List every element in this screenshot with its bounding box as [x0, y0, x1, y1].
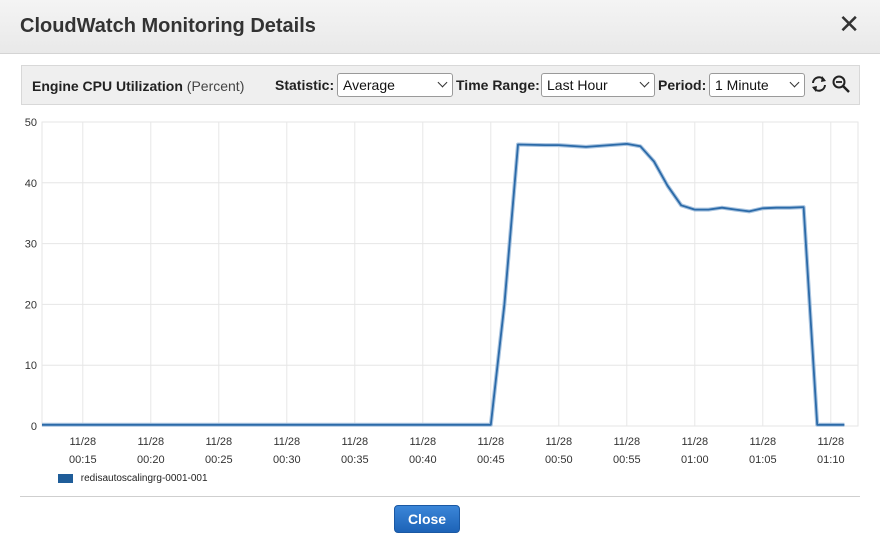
y-tick-label: 0 — [31, 421, 37, 433]
monitoring-dialog: CloudWatch Monitoring Details ✕ Engine C… — [0, 0, 880, 551]
x-tick-time: 00:50 — [545, 454, 573, 466]
zoom-out-icon[interactable] — [831, 74, 851, 94]
x-tick-time: 00:40 — [409, 454, 437, 466]
x-tick-date: 11/28 — [69, 436, 96, 448]
metric-unit: (Percent) — [186, 78, 245, 94]
x-tick-time: 00:15 — [69, 454, 97, 466]
chevron-down-icon — [437, 77, 448, 88]
statistic-label: Statistic: — [275, 77, 335, 93]
y-tick-label: 50 — [25, 117, 37, 129]
legend-label: redisautoscalingrg-0001-001 — [80, 473, 208, 484]
x-tick-date: 11/28 — [409, 436, 436, 448]
x-tick-date: 11/28 — [613, 436, 640, 448]
y-tick-label: 30 — [25, 239, 37, 251]
chart-grid — [41, 121, 859, 427]
time-range-label: Time Range: — [456, 77, 540, 93]
series-line-halo — [42, 141, 845, 427]
period-select[interactable]: 1 Minute — [709, 73, 805, 97]
y-tick-label: 20 — [25, 299, 37, 311]
series-line — [42, 143, 845, 426]
x-tick-time: 00:55 — [613, 454, 641, 466]
x-tick-date: 11/28 — [545, 436, 572, 448]
x-tick-date: 11/28 — [749, 436, 776, 448]
x-tick-time: 00:35 — [341, 454, 369, 466]
close-button[interactable]: Close — [394, 505, 460, 533]
y-tick-label: 10 — [25, 360, 37, 372]
series-lines — [42, 141, 845, 427]
x-tick-date: 11/28 — [137, 436, 164, 448]
x-tick-date: 11/28 — [477, 436, 504, 448]
x-tick-time: 00:45 — [477, 454, 505, 466]
x-tick-time: 01:10 — [817, 454, 845, 466]
x-tick-date: 11/28 — [205, 436, 232, 448]
x-tick-time: 00:30 — [273, 454, 301, 466]
chevron-down-icon — [639, 77, 650, 88]
refresh-icon[interactable] — [809, 74, 829, 94]
metric-toolbar: Engine CPU Utilization (Percent) Statist… — [21, 65, 860, 105]
x-tick-time: 01:00 — [681, 454, 709, 466]
legend-swatch — [58, 474, 73, 483]
x-tick-date: 11/28 — [341, 436, 368, 448]
period-label: Period: — [658, 77, 707, 93]
y-tick-label: 40 — [25, 178, 37, 190]
chevron-down-icon — [789, 77, 800, 88]
period-value: 1 Minute — [715, 77, 769, 93]
time-range-value: Last Hour — [547, 77, 608, 93]
metric-title: Engine CPU Utilization (Percent) — [32, 78, 244, 94]
x-tick-time: 00:25 — [205, 454, 233, 466]
x-tick-date: 11/28 — [817, 436, 844, 448]
chart-legend: redisautoscalingrg-0001-001 — [58, 473, 208, 484]
y-axis-ticks: 0 10 20 30 40 50 — [25, 117, 37, 433]
close-icon[interactable]: ✕ — [838, 12, 860, 38]
cpu-utilization-chart: 0 10 20 30 40 50 11/28 00:15 11/28 00:20 11/28 00:… — [25, 117, 859, 466]
x-tick-time: 01:05 — [749, 454, 777, 466]
statistic-select[interactable]: Average — [337, 73, 453, 97]
statistic-value: Average — [343, 77, 395, 93]
footer-divider — [20, 496, 860, 497]
time-range-select[interactable]: Last Hour — [541, 73, 655, 97]
x-tick-date: 11/28 — [681, 436, 708, 448]
x-axis-ticks: 11/28 00:15 11/28 00:20 11/28 00:25 11/28 00:30… — [69, 436, 845, 466]
x-tick-time: 00:20 — [137, 454, 165, 466]
metric-name: Engine CPU Utilization — [32, 78, 183, 94]
dialog-header: CloudWatch Monitoring Details ✕ — [0, 0, 880, 54]
x-tick-date: 11/28 — [273, 436, 300, 448]
dialog-title: CloudWatch Monitoring Details — [20, 15, 316, 37]
plot-border — [41, 121, 859, 427]
